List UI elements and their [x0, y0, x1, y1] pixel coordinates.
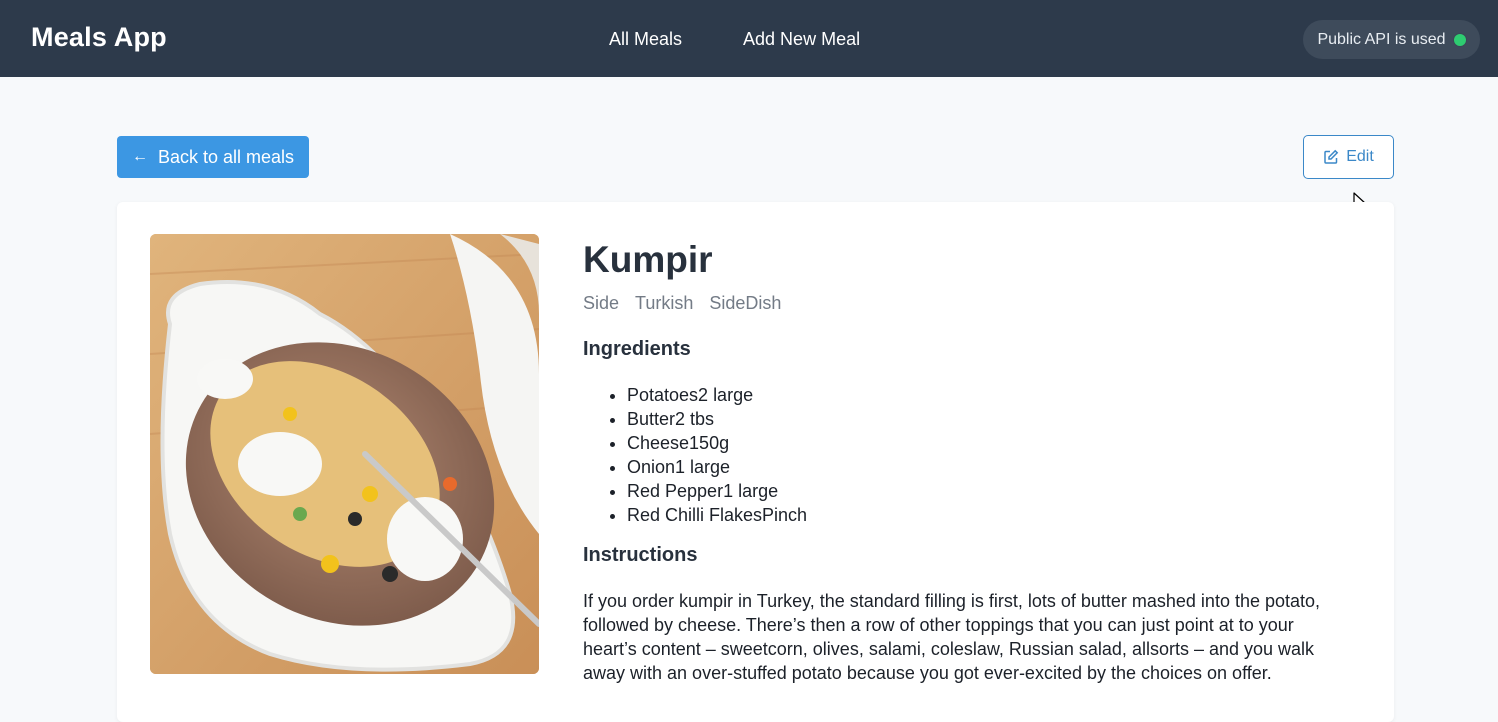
arrow-left-icon: ← [131, 148, 148, 165]
nav-add-new-meal[interactable]: Add New Meal [743, 29, 860, 50]
edit-button-label: Edit [1346, 148, 1374, 165]
api-status-label: Public API is used [1317, 30, 1446, 48]
top-navbar: Meals App All Meals Add New Meal Public … [0, 0, 1498, 77]
meal-tags: Side Turkish SideDish [583, 293, 1343, 314]
back-button-label: Back to all meals [157, 146, 295, 167]
ingredient-item: Potatoes2 large [627, 383, 1343, 407]
ingredient-item: Onion1 large [627, 455, 1343, 479]
api-status-badge: Public API is used [1303, 20, 1480, 59]
ingredient-item: Red Chilli FlakesPinch [627, 503, 1343, 527]
instructions-text: If you order kumpir in Turkey, the stand… [583, 591, 1321, 683]
tag-category: Side [583, 293, 620, 313]
nav-all-meals[interactable]: All Meals [609, 29, 682, 50]
meal-image [150, 234, 539, 674]
tag-area: Turkish [635, 293, 694, 313]
ingredients-list: Potatoes2 large Butter2 tbs Cheese150g O… [627, 383, 1343, 527]
meal-title: Kumpir [583, 239, 713, 280]
status-dot-icon [1453, 33, 1466, 46]
instructions-heading: Instructions [583, 544, 698, 566]
ingredient-item: Cheese150g [627, 431, 1343, 455]
edit-button[interactable]: Edit [1303, 135, 1394, 179]
ingredient-item: Butter2 tbs [627, 407, 1343, 431]
main-nav: All Meals Add New Meal [609, 29, 860, 50]
tag-keyword: SideDish [709, 293, 782, 313]
ingredient-item: Red Pepper1 large [627, 479, 1343, 503]
back-to-all-meals-button[interactable]: ← Back to all meals [117, 136, 309, 178]
meal-content: Kumpir Side Turkish SideDish Ingredients… [583, 238, 1343, 685]
ingredients-heading: Ingredients [583, 338, 691, 360]
edit-icon [1323, 149, 1339, 165]
app-brand[interactable]: Meals App [31, 22, 167, 53]
